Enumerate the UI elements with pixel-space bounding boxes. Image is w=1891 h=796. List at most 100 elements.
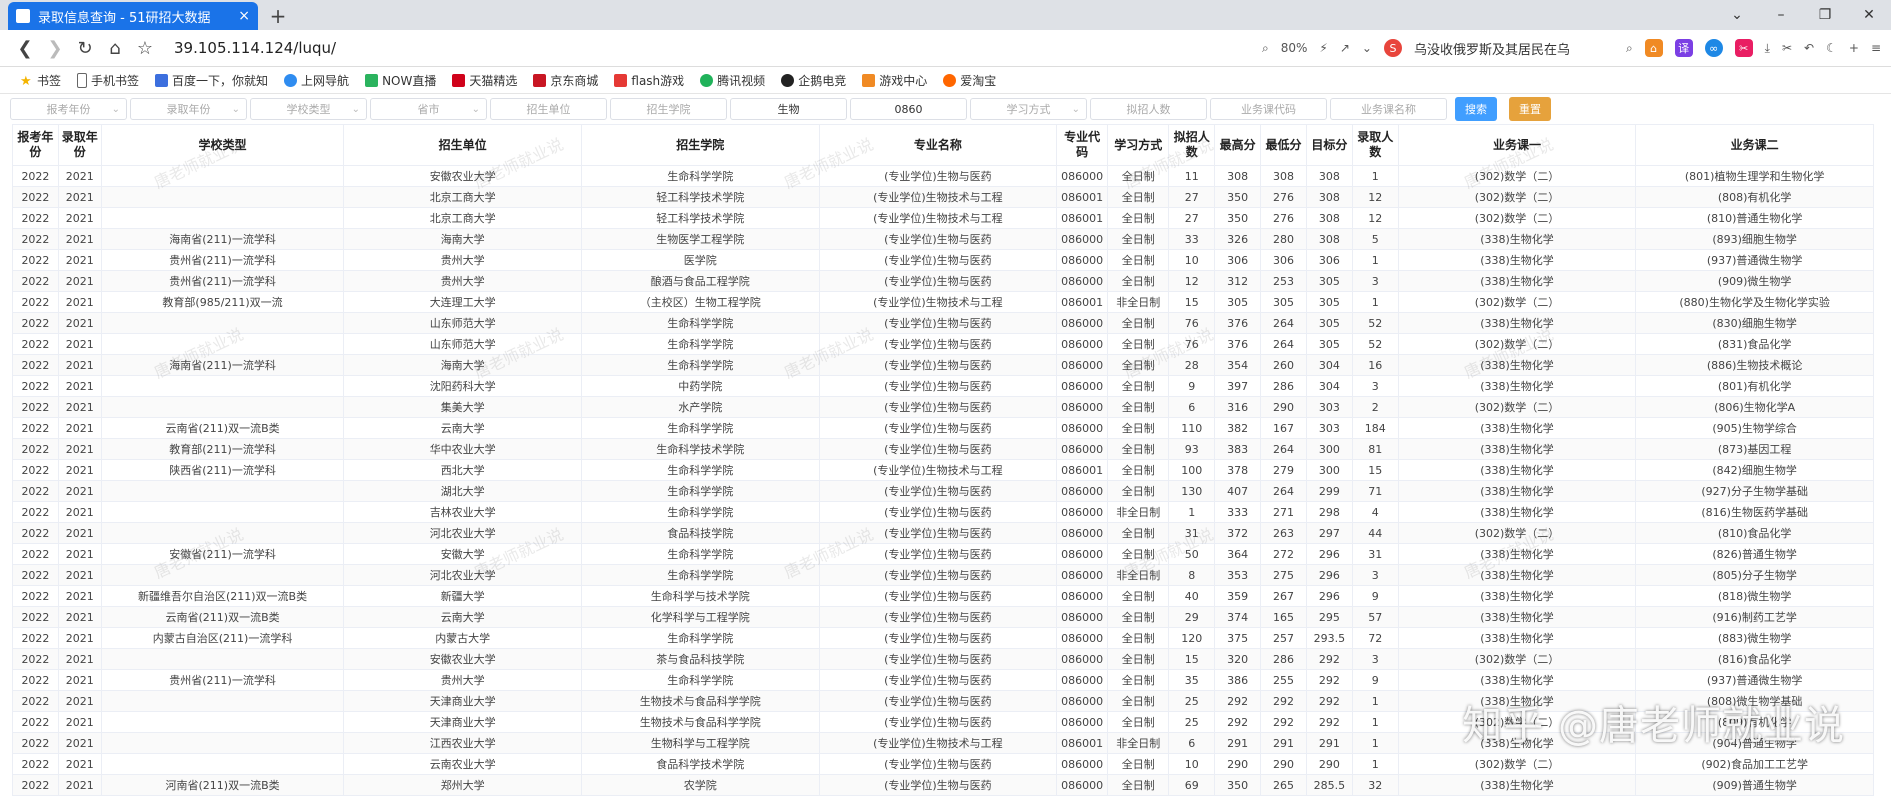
bookmark-item[interactable]: 百度一下，你就知 xyxy=(155,72,268,89)
filter-course-code-input[interactable]: 业务课代码 xyxy=(1210,98,1327,120)
filter-exam-year[interactable]: 报考年份 ⌄ xyxy=(10,98,127,120)
back-icon[interactable]: ❮ xyxy=(10,38,40,59)
table-row[interactable]: 2022 2021 安徽省(211)一流学科 安徽大学 生命科学学院 (专业学位)生物与医… xyxy=(12,543,1874,565)
column-header[interactable]: 业务课一 xyxy=(1397,124,1637,166)
translate-icon[interactable]: 译 xyxy=(1674,39,1693,57)
column-header[interactable]: 录取年份 xyxy=(57,124,102,166)
column-header[interactable]: 录取人数 xyxy=(1351,124,1399,166)
table-row[interactable]: 2022 2021 陕西省(211)一流学科 西北大学 生命科学学院 (专业学位)生物技术… xyxy=(12,459,1874,481)
table-row[interactable]: 2022 2021 教育部(211)一流学科 华中农业大学 生命科学技术学院 (专业学位)… xyxy=(12,438,1874,460)
search-input[interactable]: 乌没收俄罗斯及其居民在乌 xyxy=(1414,39,1614,58)
window-menu-icon[interactable]: ⌄ xyxy=(1715,0,1759,30)
cut-icon[interactable]: ✂ xyxy=(1782,41,1792,55)
download-icon[interactable]: ⤓ xyxy=(1765,41,1770,56)
table-row[interactable]: 2022 2021 河北农业大学 食品科技学院 (专业学位)生物与医药 086000 全日制… xyxy=(12,522,1874,544)
table-row[interactable]: 2022 2021 河北农业大学 生命科学学院 (专业学位)生物与医药 086000 非全日… xyxy=(12,564,1874,586)
table-row[interactable]: 2022 2021 安徽农业大学 茶与食品科技学院 (专业学位)生物与医药 086000 全… xyxy=(12,648,1874,670)
browser-tab[interactable]: 录取信息查询 - 51研招大数据 × xyxy=(8,2,258,30)
column-header[interactable]: 学校类型 xyxy=(100,124,345,166)
filter-major-input[interactable]: 生物 xyxy=(730,98,847,120)
table-row[interactable]: 2022 2021 贵州省(211)一流学科 贵州大学 医学院 (专业学位)生物与医药 08… xyxy=(12,249,1874,271)
search-icon[interactable]: ⌕ xyxy=(1626,41,1633,56)
night-mode-icon[interactable]: ☾ xyxy=(1826,41,1837,55)
table-row[interactable]: 2022 2021 河南省(211)双一流B类 郑州大学 农学院 (专业学位)生物与医药 0… xyxy=(12,774,1874,796)
restore-icon[interactable]: ❐ xyxy=(1803,0,1847,30)
menu-icon[interactable]: ≡ xyxy=(1871,41,1881,55)
column-header[interactable]: 招生学院 xyxy=(580,124,820,166)
table-row[interactable]: 2022 2021 吉林农业大学 生命科学学院 (专业学位)生物与医药 086000 非全日… xyxy=(12,501,1874,523)
lightning-icon[interactable]: ⚡ xyxy=(1319,41,1327,55)
filter-course-name-input[interactable]: 业务课名称 xyxy=(1330,98,1447,120)
table-row[interactable]: 2022 2021 集美大学 水产学院 (专业学位)生物与医药 086000 全日制 6 316… xyxy=(12,396,1874,418)
bookmark-item[interactable]: 上网导航 xyxy=(284,72,349,89)
table-row[interactable]: 2022 2021 云南省(211)双一流B类 云南大学 生命科学学院 (专业学位)生物与… xyxy=(12,417,1874,439)
close-window-icon[interactable]: ✕ xyxy=(1847,0,1891,30)
filter-province[interactable]: 省市 ⌄ xyxy=(370,98,487,120)
column-header[interactable]: 最低分 xyxy=(1260,124,1307,166)
bookmark-item[interactable]: 爱淘宝 xyxy=(943,72,996,89)
column-header[interactable]: 业务课二 xyxy=(1635,124,1874,166)
filter-college-input[interactable]: 招生学院 xyxy=(610,98,727,120)
bookmark-item[interactable]: 企鹅电竞 xyxy=(781,72,846,89)
column-header[interactable]: 专业名称 xyxy=(818,124,1058,166)
zoom-icon[interactable]: ⌕ xyxy=(1262,41,1269,56)
table-row[interactable]: 2022 2021 贵州省(211)一流学科 贵州大学 酿酒与食品工程学院 (专业学位)生… xyxy=(12,270,1874,292)
url-field[interactable]: 39.105.114.124/luqu/ xyxy=(174,39,336,57)
zoom-level[interactable]: 80% xyxy=(1281,41,1308,55)
extension-icon[interactable]: ∞ xyxy=(1704,39,1723,57)
column-header[interactable]: 专业代码 xyxy=(1056,124,1109,166)
reload-icon[interactable]: ↻ xyxy=(70,38,100,59)
bookmark-item[interactable]: 腾讯视频 xyxy=(700,72,765,89)
table-row[interactable]: 2022 2021 山东师范大学 生命科学学院 (专业学位)生物与医药 086000 全日制… xyxy=(12,312,1874,334)
home-icon[interactable]: ⌂ xyxy=(100,38,130,59)
table-row[interactable]: 2022 2021 安徽农业大学 生命科学学院 (专业学位)生物与医药 086000 全日制… xyxy=(12,165,1874,187)
table-row[interactable]: 2022 2021 湖北大学 生命科学学院 (专业学位)生物与医药 086000 全日制 13… xyxy=(12,480,1874,502)
filter-study-mode[interactable]: 学习方式 ⌄ xyxy=(970,98,1087,120)
table-cell: 2021 xyxy=(57,522,102,544)
column-header[interactable]: 最高分 xyxy=(1214,124,1262,166)
filter-admit-year[interactable]: 录取年份 ⌄ xyxy=(130,98,247,120)
search-button[interactable]: 搜索 xyxy=(1455,97,1497,121)
bookmark-item[interactable]: 天猫精选 xyxy=(452,72,517,89)
column-header[interactable]: 学习方式 xyxy=(1107,124,1170,166)
filter-plan-count-input[interactable]: 拟招人数 xyxy=(1090,98,1207,120)
bookmark-item[interactable]: ★ 书签 xyxy=(20,72,61,89)
table-row[interactable]: 2022 2021 云南省(211)双一流B类 云南大学 化学科学与工程学院 (专业学位)… xyxy=(12,606,1874,628)
forward-icon[interactable]: ❯ xyxy=(40,38,70,59)
table-row[interactable]: 2022 2021 海南省(211)一流学科 海南大学 生命科学学院 (专业学位)生物与医… xyxy=(12,354,1874,376)
bookmark-item[interactable]: 游戏中心 xyxy=(862,72,927,89)
bookmark-item[interactable]: 京东商城 xyxy=(533,72,598,89)
search-engine-icon[interactable]: S xyxy=(1383,39,1402,57)
share-icon[interactable]: ↗ xyxy=(1340,41,1350,55)
column-header[interactable]: 目标分 xyxy=(1305,124,1353,166)
reset-button[interactable]: 重置 xyxy=(1509,97,1551,121)
table-row[interactable]: 2022 2021 教育部(985/211)双一流 大连理工大学 （主校区）生物工程学院… xyxy=(12,291,1874,313)
new-tab-button[interactable]: + xyxy=(264,2,292,30)
table-row[interactable]: 2022 2021 内蒙古自治区(211)一流学科 内蒙古大学 生命科学学院 (专业学位)… xyxy=(12,627,1874,649)
column-header[interactable]: 拟招人数 xyxy=(1168,124,1216,166)
bookmark-item[interactable]: NOW直播 xyxy=(365,72,436,89)
filter-school-type[interactable]: 学校类型 ⌄ xyxy=(250,98,367,120)
game-icon[interactable]: ⌂ xyxy=(1644,39,1663,57)
filter-unit-input[interactable]: 招生单位 xyxy=(490,98,607,120)
minimize-icon[interactable]: – xyxy=(1759,0,1803,30)
table-row[interactable]: 2022 2021 云南农业大学 食品科学技术学院 (专业学位)生物与医药 086000 全… xyxy=(12,753,1874,775)
bookmark-item[interactable]: flash游戏 xyxy=(614,72,684,89)
bookmark-item[interactable]: 手机书签 xyxy=(77,72,139,89)
table-row[interactable]: 2022 2021 北京工商大学 轻工科学技术学院 (专业学位)生物技术与工程 08600… xyxy=(12,207,1874,229)
plus-icon[interactable]: + xyxy=(1849,41,1859,55)
table-row[interactable]: 2022 2021 新疆维吾尔自治区(211)双一流B类 新疆大学 生命科学与技术学院(… xyxy=(12,585,1874,607)
column-header[interactable]: 招生单位 xyxy=(343,124,582,166)
column-header[interactable]: 报考年份 xyxy=(12,124,59,166)
close-tab-icon[interactable]: × xyxy=(238,8,250,24)
filter-code-input[interactable]: 0860 xyxy=(850,98,967,120)
dropdown-icon[interactable]: ⌄ xyxy=(1362,41,1372,55)
table-row[interactable]: 2022 2021 贵州省(211)一流学科 贵州大学 生命科学学院 (专业学位)生物与医… xyxy=(12,669,1874,691)
table-row[interactable]: 2022 2021 山东师范大学 生命科学学院 (专业学位)生物与医药 086000 全日制… xyxy=(12,333,1874,355)
undo-icon[interactable]: ↶ xyxy=(1804,41,1814,55)
bookmark-star-icon[interactable]: ☆ xyxy=(130,38,160,59)
table-row[interactable]: 2022 2021 海南省(211)一流学科 海南大学 生物医学工程学院 (专业学位)生物… xyxy=(12,228,1874,250)
table-row[interactable]: 2022 2021 北京工商大学 轻工科学技术学院 (专业学位)生物技术与工程 08600… xyxy=(12,186,1874,208)
table-row[interactable]: 2022 2021 沈阳药科大学 中药学院 (专业学位)生物与医药 086000 全日制 9 3… xyxy=(12,375,1874,397)
screenshot-ext-icon[interactable]: ✂ xyxy=(1734,39,1753,57)
